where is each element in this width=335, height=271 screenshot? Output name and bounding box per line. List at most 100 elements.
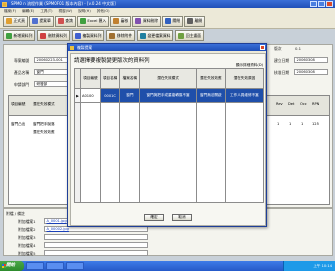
copy-row-dialog: 複製提案 請選擇要複製變更版次的資料列 顯示詳細資料(D) 項目編號 項目名稱 … xyxy=(67,43,267,227)
close-icon[interactable] xyxy=(326,1,333,7)
clock: 上午 10:14 xyxy=(313,264,332,268)
grid-header-occ: Occ xyxy=(300,102,307,106)
dialog-heading: 請選擇要複製變更版次的資料列 xyxy=(74,58,150,64)
ok-button[interactable]: 確定 xyxy=(144,214,164,221)
maximize-icon[interactable] xyxy=(318,1,325,7)
col-item-name: 項目名稱 xyxy=(99,68,121,89)
dialog-body: 請選擇要複製變更版次的資料列 顯示詳細資料(D) 項目編號 項目名稱 檔案名稱 … xyxy=(70,53,266,226)
proposal-icon xyxy=(31,18,38,24)
dialog-close-icon[interactable] xyxy=(260,45,265,50)
attachment-2-label: 附加檔案2 xyxy=(18,227,36,232)
row-item-name[interactable]: 0001C xyxy=(99,88,121,103)
search-icon xyxy=(57,18,64,24)
attachment-4-field[interactable] xyxy=(44,242,148,248)
create-date-label: 建立日期 xyxy=(274,58,290,63)
dialog-title: 複製提案 xyxy=(77,45,93,50)
approve-date-field[interactable]: 20060308 xyxy=(294,69,328,75)
grid-row-rpn[interactable]: 125 xyxy=(312,122,319,126)
close-view-button[interactable]: 關閉 xyxy=(162,15,184,27)
grid-header-rev: Rev xyxy=(276,102,283,106)
dialog-table: 項目編號 項目名稱 檔案名稱 潛在失效模式 潛在失效效應 潛在失效原因 ▶ A0… xyxy=(74,68,265,203)
review-button[interactable]: 審核 xyxy=(110,15,132,27)
back-home-button[interactable]: 回主畫面 xyxy=(175,30,205,41)
attachment-1-link[interactable]: A_0001.jpg xyxy=(47,219,67,223)
row-failure-effect[interactable]: 窗門無法開啟 xyxy=(195,88,226,103)
query-button[interactable]: 查詢 xyxy=(54,15,76,27)
change-file-button[interactable]: 變更檔案資料 xyxy=(137,30,174,41)
home-icon xyxy=(178,32,185,39)
document-icon xyxy=(6,18,12,24)
copy-row-button[interactable]: 複製資料列 xyxy=(71,30,105,41)
grid-header-failure-effect: 潛在失效效應 xyxy=(33,130,55,134)
grid-header-rpn: RPN xyxy=(312,102,320,106)
taskbar-item[interactable] xyxy=(66,262,84,270)
cancel-button[interactable]: 取消 xyxy=(172,214,192,221)
doc-no-label: 專案編號 xyxy=(14,58,30,63)
attachment-5-field[interactable] xyxy=(44,250,148,256)
delete-data-button[interactable]: 資料刪除 xyxy=(132,15,162,27)
product-label: 產品名稱 xyxy=(14,70,30,75)
close-doc-icon xyxy=(165,18,172,24)
file-icon xyxy=(140,32,147,39)
attachment-1-label: 附加檔案1 xyxy=(18,219,36,224)
attachment-3-label: 附加檔案3 xyxy=(18,235,36,240)
copy-icon xyxy=(74,32,81,39)
delete-row-button[interactable]: 刪除資料列 xyxy=(37,30,70,41)
doc-no-field[interactable]: 20060223-001 xyxy=(34,57,68,63)
sub-toolbar: 新增資料列 刪除資料列 複製資料列 移除附件 變更檔案資料 回主畫面 xyxy=(3,30,205,41)
delete-icon xyxy=(135,18,142,24)
main-toolbar: 正式頁 提案單 查詢 Excel 匯入 審核 資料刪除 關閉 離開 xyxy=(0,14,335,29)
proposal-button[interactable]: 提案單 xyxy=(28,15,54,27)
version-value: 0.1 xyxy=(295,46,302,51)
formal-page-button[interactable]: 正式頁 xyxy=(3,15,28,27)
grid-row-mode[interactable]: 窗門凸出 xyxy=(11,122,25,127)
col-item-no: 項目編號 xyxy=(80,68,101,89)
system-tray: 上午 10:14 xyxy=(283,261,335,271)
version-label: 版次 xyxy=(274,46,282,51)
col-failure-effect: 潛在失效效應 xyxy=(195,68,226,89)
dialog-app-icon xyxy=(70,45,74,50)
taskbar: 開始 上午 10:14 xyxy=(0,261,335,271)
attachment-5-label: 附加檔案5 xyxy=(18,251,36,256)
exit-button[interactable]: 離開 xyxy=(184,15,206,27)
row-item-no[interactable]: A0100 xyxy=(80,88,101,103)
excel-import-button[interactable]: Excel 匯入 xyxy=(76,15,110,27)
approve-date-label: 核准日期 xyxy=(274,70,290,75)
remove-attachment-button[interactable]: 移除附件 xyxy=(106,30,136,41)
grid-row-det[interactable]: 1 xyxy=(289,122,291,126)
col-file-name: 檔案名稱 xyxy=(119,68,141,89)
attachment-3-field[interactable] xyxy=(44,234,148,240)
attachment-2-link[interactable]: A_00002.jpg xyxy=(47,227,69,231)
product-field[interactable]: 窗門 xyxy=(34,69,68,75)
add-row-button[interactable]: 新增資料列 xyxy=(3,30,36,41)
row-failure-cause[interactable]: 工作人員維修不當 xyxy=(224,88,265,103)
col-failure-cause: 潛在失效原因 xyxy=(224,68,265,89)
col-failure-mode: 潛在失效模式 xyxy=(139,68,197,89)
applicant-field[interactable]: 研發部 xyxy=(34,81,68,87)
attachment-4-label: 附加檔案4 xyxy=(18,243,36,248)
minimize-icon[interactable] xyxy=(310,1,317,7)
table-row[interactable]: ▶ A0100 0001C 窗門 窗門與把手或重複轉換不當 窗門無法開啟 工作人… xyxy=(74,88,265,103)
add-icon xyxy=(6,32,12,39)
window-title-bar: SPM0 n 流程作業 (SPM0F01 版本內容) - [v.0.24 中文版… xyxy=(0,0,335,8)
review-icon xyxy=(113,18,120,24)
row-file-name[interactable]: 窗門 xyxy=(119,88,141,103)
grid-row-occ[interactable]: 1 xyxy=(301,122,303,126)
grid-row-effect[interactable]: 窗門把手脫落 xyxy=(33,122,55,127)
dialog-buttons: 確定 取消 xyxy=(71,214,265,221)
table-empty-area xyxy=(74,102,265,203)
grid-row-rev[interactable]: 1 xyxy=(277,122,279,126)
create-date-field[interactable]: 20060308 xyxy=(294,57,328,63)
grid-header-failure-mode: 潛在失效模式 xyxy=(33,102,55,106)
window-controls xyxy=(310,1,333,7)
taskbar-item[interactable] xyxy=(26,262,44,270)
attachment-section-label: 附檔 / 備註 xyxy=(6,211,25,216)
exit-icon xyxy=(187,18,194,24)
dialog-title-bar: 複製提案 xyxy=(68,44,266,51)
grid-header-item-no: 項目編號 xyxy=(11,102,26,106)
start-button[interactable]: 開始 xyxy=(0,261,24,271)
excel-icon xyxy=(79,18,86,24)
taskbar-item[interactable] xyxy=(46,262,64,270)
attachment-icon xyxy=(109,32,116,39)
row-failure-mode[interactable]: 窗門與把手或重複轉換不當 xyxy=(139,88,197,103)
